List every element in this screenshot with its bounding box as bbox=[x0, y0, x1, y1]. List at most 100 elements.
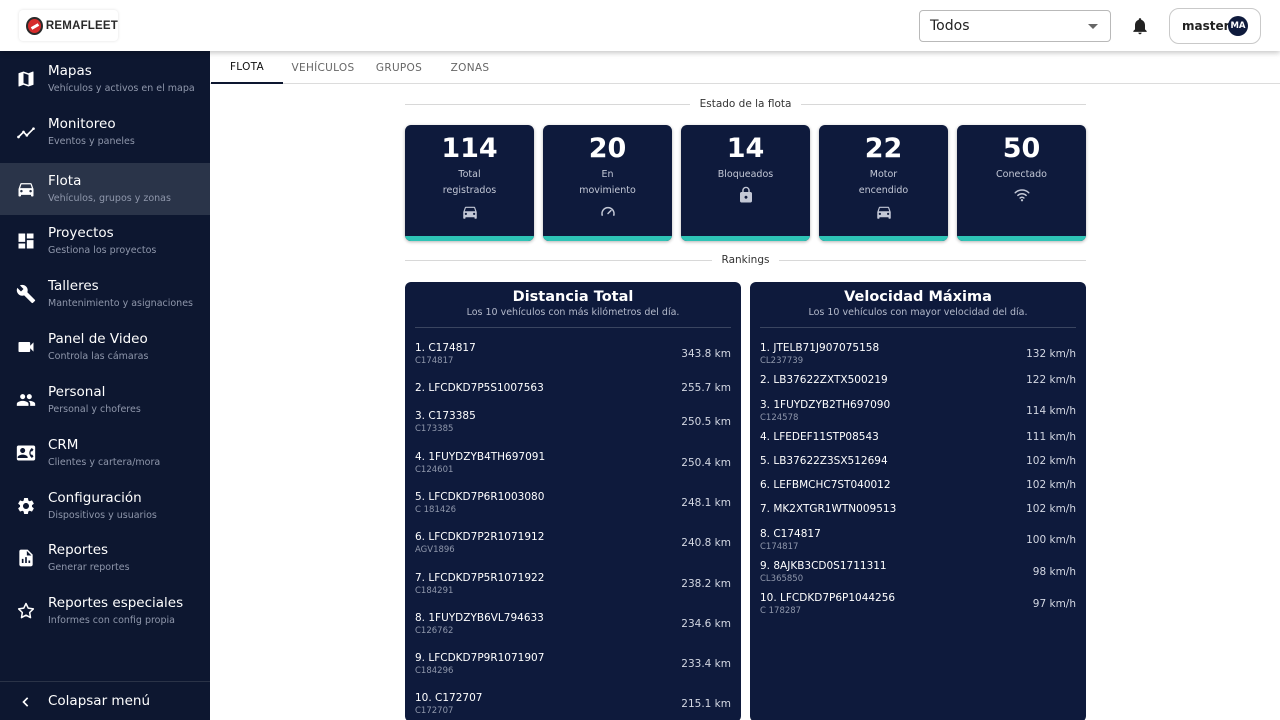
rankings-title: Rankings bbox=[721, 254, 770, 266]
speedometer-icon bbox=[601, 206, 615, 217]
accent-bar bbox=[543, 236, 672, 241]
collapse-menu-button[interactable]: Colapsar menú bbox=[0, 681, 210, 720]
ranking-row-name: 4. LFEDEF11STP08543 bbox=[760, 430, 879, 443]
stat-card-conectado[interactable]: 50 Conectado bbox=[957, 125, 1086, 241]
sidebar-item-subtitle: Vehículos y activos en el mapa bbox=[48, 83, 195, 94]
top-header: REMAFLEET Todos master MA bbox=[0, 0, 1280, 51]
accent-bar bbox=[681, 236, 810, 241]
sidebar-item-subtitle: Clientes y cartera/mora bbox=[48, 457, 161, 468]
filter-select[interactable]: Todos bbox=[919, 10, 1111, 42]
sidebar-item-reportes[interactable]: Reportes Generar reportes bbox=[0, 532, 210, 584]
ranking-row[interactable]: 3. 1FUYDZYB2TH697090 C124578 114 km/h bbox=[760, 399, 1076, 429]
sidebar-item-personal[interactable]: Personal Personal y choferes bbox=[0, 374, 210, 426]
ranking-row-value: 100 km/h bbox=[1026, 533, 1076, 546]
sidebar-item-title: Monitoreo bbox=[48, 116, 116, 132]
stat-card-en-movimiento[interactable]: 20 En movimiento bbox=[543, 125, 672, 241]
collapse-menu-label: Colapsar menú bbox=[48, 693, 150, 709]
sidebar-item-subtitle: Mantenimiento y asignaciones bbox=[48, 298, 194, 309]
sidebar-item-subtitle: Eventos y paneles bbox=[48, 136, 135, 147]
star-icon bbox=[17, 602, 35, 619]
ranking-row-name: 3. C173385 bbox=[415, 410, 476, 423]
ranking-row[interactable]: 9. LFCDKD7P9R1071907 C184296 233.4 km bbox=[415, 652, 731, 682]
sidebar-item-title: Reportes especiales bbox=[48, 595, 184, 611]
stat-label: Total registrados bbox=[442, 169, 497, 196]
sidebar-item-panel-de-video[interactable]: Panel de Video Controla las cámaras bbox=[0, 321, 210, 373]
ranking-row-name: 7. MK2XTGR1WTN009513 bbox=[760, 503, 897, 516]
ranking-row-subtitle: C172707 bbox=[415, 706, 454, 717]
stat-card-total[interactable]: 114 Total registrados bbox=[405, 125, 534, 241]
ranking-row-value: 102 km/h bbox=[1026, 479, 1076, 492]
ranking-row-name: 6. LEFBMCHC7ST040012 bbox=[760, 479, 891, 492]
ranking-row[interactable]: 10. C172707 C172707 215.1 km bbox=[415, 692, 731, 720]
ranking-row[interactable]: 5. LFCDKD7P6R1003080 C 181426 248.1 km bbox=[415, 491, 731, 521]
panel-title: Distancia Total bbox=[512, 289, 634, 305]
stat-card-bloqueados[interactable]: 14 Bloqueados bbox=[681, 125, 810, 241]
ranking-row-value: 343.8 km bbox=[681, 348, 731, 360]
sidebar-item-subtitle: Controla las cámaras bbox=[48, 351, 149, 362]
sidebar-item-reportes-especiales[interactable]: Reportes especiales Informes con config … bbox=[0, 585, 210, 637]
app-logo[interactable]: REMAFLEET bbox=[19, 10, 118, 41]
ranking-row-value: 255.7 km bbox=[681, 382, 731, 395]
ranking-row-subtitle: CL365850 bbox=[760, 573, 804, 584]
ranking-row[interactable]: 4. 1FUYDZYB4TH697091 C124601 250.4 km bbox=[415, 451, 731, 481]
ranking-row[interactable]: 9. 8AJKB3CD0S1711311 CL365850 98 km/h bbox=[760, 560, 1076, 590]
ranking-row[interactable]: 1. JTELB71J907075158 CL237739 132 km/h bbox=[760, 342, 1076, 372]
ranking-row[interactable]: 2. LFCDKD7P5S1007563 255.7 km bbox=[415, 382, 731, 412]
ranking-row-subtitle: AGV1896 bbox=[415, 545, 455, 556]
accent-bar bbox=[957, 236, 1086, 241]
fleet-status-title: Estado de la flota bbox=[699, 98, 792, 110]
filter-select-value: Todos bbox=[930, 18, 970, 34]
sidebar-item-title: Personal bbox=[48, 384, 106, 400]
sidebar-item-title: CRM bbox=[48, 437, 79, 453]
stat-label: Bloqueados bbox=[717, 169, 774, 180]
ranking-row-subtitle: C124601 bbox=[415, 464, 454, 475]
sidebar-item-subtitle: Personal y choferes bbox=[48, 404, 141, 415]
sidebar-item-subtitle: Vehículos, grupos y zonas bbox=[48, 193, 171, 204]
stat-value: 22 bbox=[864, 133, 903, 164]
ranking-row-value: 114 km/h bbox=[1026, 404, 1076, 417]
ranking-row[interactable]: 1. C174817 C174817 343.8 km bbox=[415, 342, 731, 372]
sidebar-item-title: Talleres bbox=[48, 278, 99, 294]
sidebar-item-monitoreo[interactable]: Monitoreo Eventos y paneles bbox=[0, 106, 210, 158]
sidebar-item-mapas[interactable]: Mapas Vehículos y activos en el mapa bbox=[0, 53, 210, 105]
sidebar-item-flota[interactable]: Flota Vehículos, grupos y zonas bbox=[0, 163, 210, 215]
sidebar-item-crm[interactable]: CRM Clientes y cartera/mora bbox=[0, 427, 210, 479]
ranking-row[interactable]: 8. 1FUYDZYB6VL794633 C126762 234.6 km bbox=[415, 612, 731, 642]
sidebar-item-title: Configuración bbox=[48, 490, 142, 506]
accent-bar bbox=[819, 236, 948, 241]
stat-label: Conectado bbox=[996, 169, 1047, 180]
contact-card-icon bbox=[16, 445, 36, 461]
chevron-down-icon bbox=[1088, 24, 1098, 29]
ranking-row-name: 9. 8AJKB3CD0S1711311 bbox=[760, 559, 887, 572]
sidebar-item-proyectos[interactable]: Proyectos Gestiona los proyectos bbox=[0, 215, 210, 267]
user-menu-button[interactable]: master MA bbox=[1169, 8, 1261, 44]
ranking-row[interactable]: 10. LFCDKD7P6P1044256 C 178287 97 km/h bbox=[760, 592, 1076, 622]
ranking-row-subtitle: C174817 bbox=[760, 541, 799, 552]
ranking-row[interactable]: 6. LFCDKD7P2R1071912 AGV1896 240.8 km bbox=[415, 531, 731, 561]
panel-subtitle: Los 10 vehículos con mayor velocidad del… bbox=[808, 307, 1028, 318]
ranking-row-value: 250.5 km bbox=[681, 416, 731, 429]
ranking-row-value: 111 km/h bbox=[1026, 430, 1076, 443]
tab-flota[interactable]: FLOTA bbox=[211, 51, 283, 84]
ranking-row[interactable]: 3. C173385 C173385 250.5 km bbox=[415, 410, 731, 440]
ranking-row-value: 238.2 km bbox=[681, 577, 731, 590]
ranking-row-subtitle: C124578 bbox=[760, 412, 799, 423]
tab-grupos[interactable]: GRUPOS bbox=[365, 51, 433, 84]
ranking-row[interactable]: 8. C174817 C174817 100 km/h bbox=[760, 528, 1076, 558]
stat-value: 20 bbox=[588, 133, 627, 164]
stat-card-motor-encendido[interactable]: 22 Motor encendido bbox=[819, 125, 948, 241]
ranking-row-subtitle: C126762 bbox=[415, 625, 454, 636]
ranking-row-name: 5. LFCDKD7P6R1003080 bbox=[415, 490, 545, 503]
lock-icon bbox=[740, 186, 752, 203]
ranking-row-name: 10. C172707 bbox=[415, 692, 483, 705]
ranking-row-value: 102 km/h bbox=[1026, 455, 1076, 467]
ranking-row-name: 8. 1FUYDZYB6VL794633 bbox=[415, 611, 544, 624]
tab-zonas[interactable]: ZONAS bbox=[437, 51, 503, 84]
people-icon bbox=[16, 394, 36, 406]
ranking-row[interactable]: 7. LFCDKD7P5R1071922 C184291 238.2 km bbox=[415, 572, 731, 602]
bell-icon[interactable] bbox=[1130, 16, 1150, 36]
sidebar-item-talleres[interactable]: Talleres Mantenimiento y asignaciones bbox=[0, 268, 210, 320]
tab-vehiculos[interactable]: VEHÍCULOS bbox=[286, 51, 360, 84]
ranking-row-subtitle: CL237739 bbox=[760, 356, 804, 366]
sidebar-item-configuracion[interactable]: Configuración Dispositivos y usuarios bbox=[0, 480, 210, 532]
